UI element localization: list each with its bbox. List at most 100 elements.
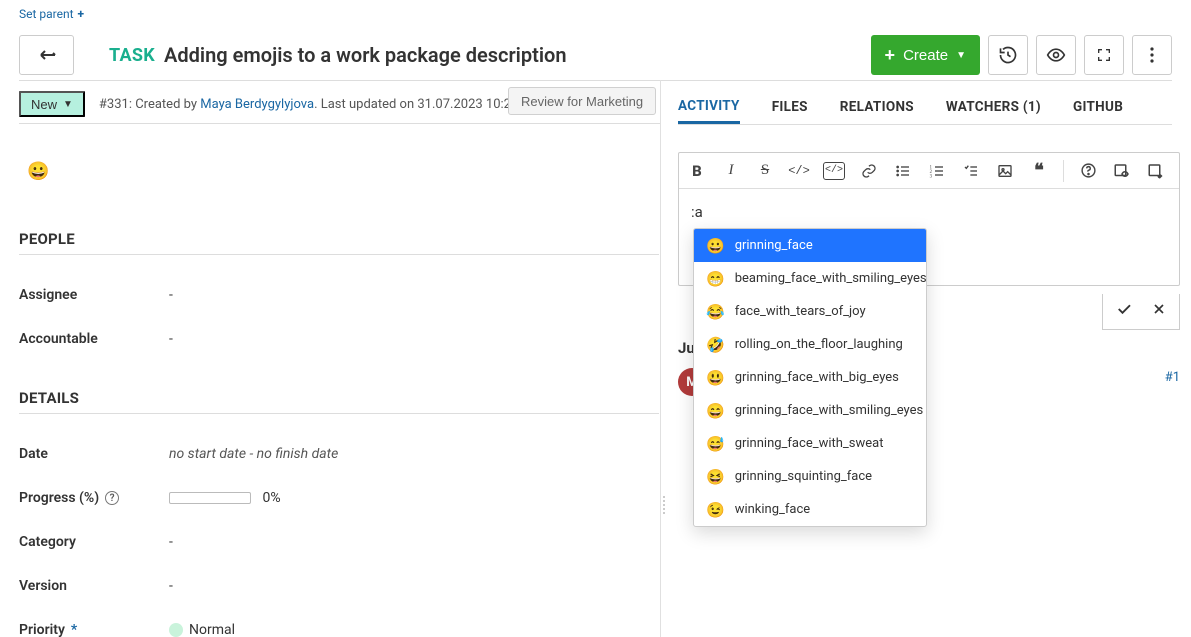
fullscreen-button[interactable] bbox=[1084, 35, 1124, 75]
accountable-label: Accountable bbox=[19, 331, 169, 347]
date-value[interactable]: no start date - no finish date bbox=[169, 446, 659, 462]
author-link[interactable]: Maya Berdygylyjova bbox=[200, 97, 314, 112]
watch-button[interactable] bbox=[1036, 35, 1076, 75]
link-button[interactable] bbox=[859, 161, 879, 181]
meta-suffix: . Last updated on 31.07.2023 10:26. bbox=[314, 97, 522, 112]
markdown-button[interactable] bbox=[1146, 161, 1166, 181]
ol-icon: 123 bbox=[929, 163, 945, 179]
comment-anchor[interactable]: #1 bbox=[1165, 370, 1180, 385]
category-value[interactable]: - bbox=[169, 534, 659, 550]
number-list-button[interactable]: 123 bbox=[927, 161, 947, 181]
help-button[interactable] bbox=[1078, 161, 1098, 181]
markdown-icon bbox=[1147, 162, 1165, 180]
create-button[interactable]: + Create ▼ bbox=[871, 35, 980, 75]
emoji-option[interactable]: 😃grinning_face_with_big_eyes bbox=[694, 361, 926, 394]
tab-activity[interactable]: ACTIVITY bbox=[678, 90, 740, 124]
accountable-value[interactable]: - bbox=[169, 331, 659, 347]
set-parent-label: Set parent bbox=[19, 7, 74, 21]
emoji-name: face_with_tears_of_joy bbox=[735, 304, 866, 319]
resize-handle[interactable] bbox=[661, 485, 667, 525]
progress-value[interactable]: 0% bbox=[169, 490, 659, 506]
status-label: New bbox=[31, 97, 57, 112]
emoji-name: grinning_face_with_big_eyes bbox=[735, 370, 899, 385]
emoji-glyph: 😂 bbox=[706, 303, 725, 321]
toolbar-separator bbox=[1063, 160, 1064, 182]
tab-relations[interactable]: RELATIONS bbox=[840, 90, 914, 124]
back-button[interactable] bbox=[19, 35, 74, 75]
progress-pct: 0% bbox=[262, 490, 280, 506]
emoji-option[interactable]: 🤣rolling_on_the_floor_laughing bbox=[694, 328, 926, 361]
tab-watchers[interactable]: WATCHERS (1) bbox=[946, 90, 1041, 124]
set-parent-link[interactable]: Set parent + bbox=[19, 7, 84, 21]
plus-icon: + bbox=[885, 45, 896, 66]
assignee-value[interactable]: - bbox=[169, 287, 659, 303]
bold-button[interactable]: B bbox=[687, 161, 707, 181]
emoji-option[interactable]: 😁beaming_face_with_smiling_eyes bbox=[694, 262, 926, 295]
emoji-name: grinning_face_with_smiling_eyes bbox=[735, 403, 924, 418]
editor-toolbar: B I S </> </> 123 ❝ bbox=[679, 153, 1179, 189]
emoji-name: grinning_face_with_sweat bbox=[735, 436, 884, 451]
quote-button[interactable]: ❝ bbox=[1029, 161, 1049, 181]
task-list-button[interactable] bbox=[961, 161, 981, 181]
inline-code-button[interactable]: </> bbox=[789, 161, 809, 181]
svg-text:3: 3 bbox=[930, 174, 933, 178]
bullet-list-button[interactable] bbox=[893, 161, 913, 181]
emoji-option[interactable]: 😄grinning_face_with_smiling_eyes bbox=[694, 394, 926, 427]
help-icon[interactable]: ? bbox=[105, 491, 119, 505]
ul-icon bbox=[895, 163, 911, 179]
emoji-name: grinning_squinting_face bbox=[735, 469, 872, 484]
emoji-glyph: 😅 bbox=[706, 435, 725, 453]
vertical-divider bbox=[660, 80, 661, 637]
chevron-down-icon: ▼ bbox=[956, 50, 966, 61]
top-actions: + Create ▼ bbox=[871, 35, 1172, 75]
emoji-name: grinning_face bbox=[735, 238, 813, 253]
details-section: DETAILS Date no start date - no finish d… bbox=[19, 389, 659, 637]
status-dropdown[interactable]: New ▼ bbox=[19, 91, 85, 117]
meta-prefix: #331: Created by bbox=[99, 97, 200, 112]
activity-log-button[interactable] bbox=[988, 35, 1028, 75]
back-arrow-icon bbox=[36, 48, 58, 62]
tab-github[interactable]: GITHUB bbox=[1073, 90, 1123, 124]
priority-label-text: Priority bbox=[19, 622, 65, 637]
emoji-glyph: 🤣 bbox=[706, 336, 725, 354]
preview-icon bbox=[1113, 162, 1131, 180]
review-marketing-button[interactable]: Review for Marketing bbox=[508, 87, 656, 115]
page-title[interactable]: Adding emojis to a work package descript… bbox=[164, 43, 567, 67]
close-icon bbox=[1151, 301, 1167, 317]
tab-files[interactable]: FILES bbox=[772, 90, 808, 124]
emoji-option[interactable]: 😉 winking_face bbox=[694, 493, 926, 526]
cancel-button[interactable] bbox=[1151, 301, 1167, 322]
italic-button[interactable]: I bbox=[721, 161, 741, 181]
more-menu-button[interactable] bbox=[1132, 35, 1172, 75]
people-heading: PEOPLE bbox=[19, 230, 659, 248]
version-value[interactable]: - bbox=[169, 578, 659, 594]
image-icon bbox=[997, 163, 1013, 179]
emoji-option[interactable]: 😅 grinning_face_with_sweat bbox=[694, 427, 926, 460]
link-icon bbox=[861, 163, 877, 179]
emoji-glyph: 😉 bbox=[706, 501, 725, 519]
submit-button[interactable] bbox=[1115, 300, 1133, 323]
emoji-name: winking_face bbox=[735, 502, 811, 517]
version-label: Version bbox=[19, 578, 169, 594]
kebab-icon bbox=[1150, 47, 1154, 63]
help-icon bbox=[1080, 162, 1097, 179]
emoji-option[interactable]: 😂 face_with_tears_of_joy bbox=[694, 295, 926, 328]
details-heading: DETAILS bbox=[19, 389, 659, 407]
chevron-down-icon: ▼ bbox=[63, 99, 73, 110]
plus-icon: + bbox=[78, 7, 85, 21]
priority-value[interactable]: Normal bbox=[169, 622, 659, 637]
checklist-icon bbox=[963, 163, 979, 179]
editor-text: :a bbox=[691, 203, 703, 221]
divider bbox=[678, 124, 1172, 125]
priority-text: Normal bbox=[189, 622, 235, 637]
description-content[interactable]: 😀 bbox=[27, 161, 49, 182]
emoji-option[interactable]: 😆grinning_squinting_face bbox=[694, 460, 926, 493]
tabs: ACTIVITY FILES RELATIONS WATCHERS (1) GI… bbox=[678, 90, 1172, 124]
date-label: Date bbox=[19, 446, 169, 462]
strike-button[interactable]: S bbox=[755, 161, 775, 181]
priority-label: Priority * bbox=[19, 622, 169, 637]
emoji-option[interactable]: 😀grinning_face bbox=[694, 229, 926, 262]
code-block-button[interactable]: </> bbox=[823, 162, 845, 180]
preview-button[interactable] bbox=[1112, 161, 1132, 181]
image-button[interactable] bbox=[995, 161, 1015, 181]
